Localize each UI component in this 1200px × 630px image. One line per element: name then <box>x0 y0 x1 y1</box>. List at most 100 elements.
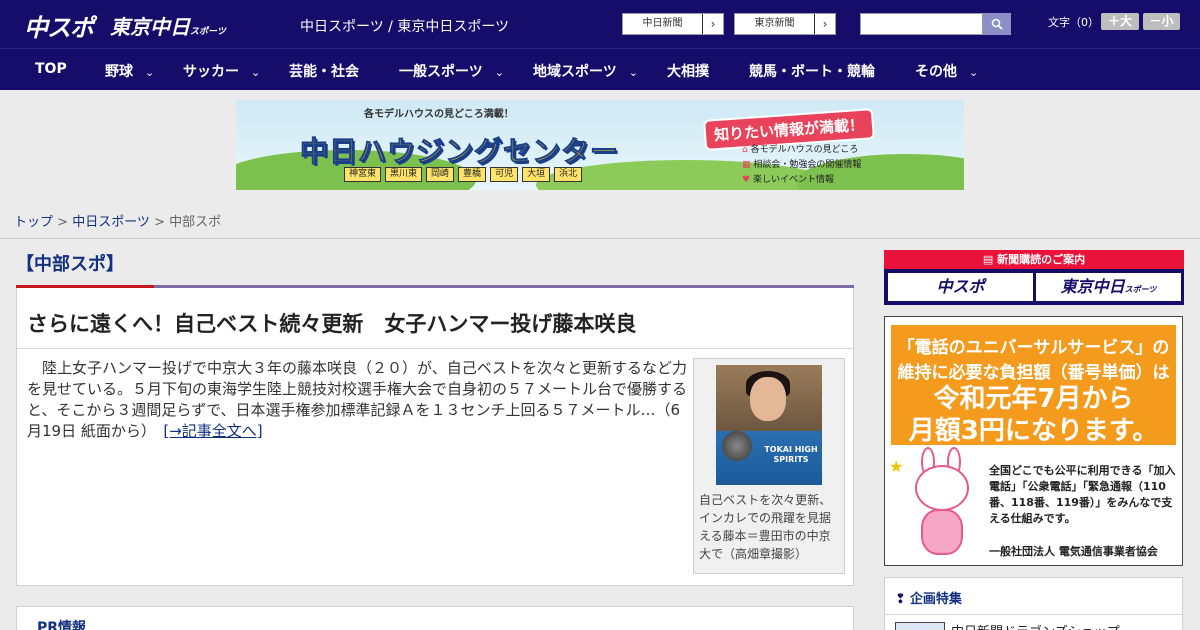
chevron-down-icon: ⌄ <box>145 66 155 79</box>
main-nav: TOP 野球 ⌄ サッカー ⌄ 芸能・社会 一般スポーツ ⌄ 地域スポーツ ⌄ 大相撲 … <box>0 48 1200 90</box>
ad-organization: 一般社団法人 電気通信事業者協会 <box>989 545 1158 558</box>
nav-item-other[interactable]: その他 ⌄ <box>915 61 978 81</box>
hammer-ball-icon <box>722 431 752 461</box>
rabbit-head <box>915 465 969 511</box>
banner-area: 黒川東 <box>385 167 423 182</box>
nav-item-soccer[interactable]: サッカー ⌄ <box>183 61 260 81</box>
chevron-right-icon: › <box>710 17 716 31</box>
search-input[interactable] <box>860 13 983 35</box>
nav-item-general-sports[interactable]: 一般スポーツ ⌄ <box>399 61 504 81</box>
housing-center-banner[interactable]: 各モデルハウスの見どころ満載！ 中日ハウジングセンター 神宮東 黒川東 岡崎 豊… <box>236 100 964 190</box>
calendar-icon: ▦ <box>742 160 751 170</box>
chunichi-shimbun-link[interactable]: 中日新聞 › <box>622 13 724 35</box>
nav-label: 芸能・社会 <box>289 64 359 80</box>
tokyo-shimbun-link[interactable]: 東京新聞 › <box>734 13 836 35</box>
banner-area: 浜北 <box>554 167 583 182</box>
feature-title-text: 企画特集 <box>909 592 962 607</box>
breadcrumb-separator: > <box>53 215 73 230</box>
text-size-up-button[interactable]: ＋大 <box>1101 13 1139 30</box>
banner-info-item: ⌂ 各モデルハウスの見どころ <box>742 143 861 158</box>
nav-item-racing[interactable]: 競馬・ボート・競輪 <box>749 61 875 81</box>
photo-face <box>750 377 786 421</box>
banner-area-list: 神宮東 黒川東 岡崎 豊橋 可児 大垣 浜北 <box>344 167 583 182</box>
subscription-heading: ▤ 新聞購読のご案内 <box>884 250 1184 269</box>
banner-area: 豊橋 <box>458 167 487 182</box>
header-bar: 中スポ 東京中日スポーツ 中日スポーツ / 東京中日スポーツ 中日新聞 › 東京… <box>0 0 1200 48</box>
banner-info-item: ▦ 相談会・勉強会の開催情報 <box>742 158 861 173</box>
tokyo-logo-suffix: スポーツ <box>190 27 226 37</box>
breadcrumb-separator: > <box>149 215 170 230</box>
banner-area: 神宮東 <box>344 167 382 182</box>
banner-info-text: 楽しいイベント情報 <box>752 175 834 185</box>
universal-service-ad[interactable]: 「電話のユニバーサルサービス」の 維持に必要な負担額（番号単価）は 令和元年7月… <box>884 316 1183 566</box>
subscription-heading-text: 新聞購読のご案内 <box>997 253 1086 266</box>
banner-area: 大垣 <box>522 167 551 182</box>
article-photo[interactable]: TOKAI HIGH SPIRITS <box>716 365 822 485</box>
banner-area: 岡崎 <box>426 167 455 182</box>
breadcrumb-home[interactable]: トップ <box>14 215 53 230</box>
chevron-down-icon: ⌄ <box>969 66 979 79</box>
site-name: 中日スポーツ / 東京中日スポーツ <box>300 19 510 35</box>
subscribe-chunichi-button[interactable]: 中スポ <box>888 273 1033 301</box>
banner-info-text: 相談会・勉強会の開催情報 <box>753 160 862 170</box>
section-title: 【中部スポ】 <box>16 254 124 275</box>
chunichi-sports-logo[interactable]: 中スポ <box>24 8 94 43</box>
nav-item-local-sports[interactable]: 地域スポーツ ⌄ <box>533 61 638 81</box>
pr-section: PR情報 <box>16 606 854 630</box>
article-body: 陸上女子ハンマー投げで中京大３年の藤本咲良（２０）が、自己ベストを次々と更新する… <box>27 358 687 442</box>
nav-label: 地域スポーツ <box>533 64 617 80</box>
ribbon-icon: ❢ <box>895 592 906 607</box>
nav-label: 野球 <box>105 64 133 80</box>
heart-icon: ♥ <box>742 175 751 185</box>
photo-shirt-text: TOKAI HIGH SPIRITS <box>764 445 818 464</box>
nav-label: 競馬・ボート・競輪 <box>749 64 875 80</box>
banner-top-text: 各モデルハウスの見どころ満載！ <box>364 109 514 120</box>
ad-line-2: 維持に必要な負担額（番号単価）は <box>897 363 1170 383</box>
banner-info-item: ♥ 楽しいイベント情報 <box>742 173 861 188</box>
feature-section: ❢企画特集 中日新聞ドラゴンズショップ <box>884 577 1183 630</box>
feature-divider <box>885 614 1182 615</box>
chevron-down-icon: ⌄ <box>628 66 638 79</box>
pr-title: PR情報 <box>37 620 87 630</box>
article-headline: さらに遠くへ！自己ベスト続々更新 女子ハンマー投げ藤本咲良 <box>27 312 637 336</box>
banner-info-text: 各モデルハウスの見どころ <box>750 145 859 155</box>
feature-item-link[interactable]: 中日新聞ドラゴンズショップ <box>951 621 1120 630</box>
article-body-text: 陸上女子ハンマー投げで中京大３年の藤本咲良（２０）が、自己ベストを次々と更新する… <box>27 359 688 440</box>
read-full-article-link[interactable]: [→記事全文へ] <box>163 422 262 440</box>
nav-item-baseball[interactable]: 野球 ⌄ <box>105 61 154 81</box>
nav-label: サッカー <box>183 64 239 80</box>
article-card: さらに遠くへ！自己ベスト続々更新 女子ハンマー投げ藤本咲良 陸上女子ハンマー投げ… <box>16 288 854 586</box>
search-icon <box>991 18 1003 30</box>
chunichi-shimbun-label: 中日新聞 <box>623 14 703 34</box>
newspaper-icon: ▤ <box>982 253 994 266</box>
feature-thumbnail[interactable] <box>895 622 945 630</box>
nav-label: TOP <box>35 61 67 77</box>
tokyo-shimbun-label: 東京新聞 <box>735 14 815 34</box>
breadcrumb-section[interactable]: 中日スポーツ <box>72 215 150 230</box>
text-size-label: 文字（0） <box>1048 16 1099 29</box>
ad-headline-panel: 「電話のユニバーサルサービス」の 維持に必要な負担額（番号単価）は 令和元年7月… <box>891 325 1176 446</box>
ad-line-3: 令和元年7月から <box>933 384 1134 414</box>
rabbit-mascot-icon <box>907 447 977 559</box>
tokyo-chunichi-logo[interactable]: 東京中日スポーツ <box>110 11 226 40</box>
headline-divider <box>17 348 853 349</box>
nav-label: 一般スポーツ <box>399 64 483 80</box>
nav-item-sumo[interactable]: 大相撲 <box>667 61 709 81</box>
banner-info-list: ⌂ 各モデルハウスの見どころ ▦ 相談会・勉強会の開催情報 ♥ 楽しいイベント情… <box>742 143 861 188</box>
banner-area: 可児 <box>490 167 519 182</box>
subscription-box: ▤ 新聞購読のご案内 中スポ 東京中日スポーツ <box>884 250 1184 305</box>
nav-item-top[interactable]: TOP <box>35 61 67 77</box>
rabbit-body <box>921 509 963 555</box>
subscribe-tokyo-suffix: スポーツ <box>1124 285 1157 294</box>
ad-description: 全国どこでも公平に利用できる「加入電話」「公衆電話」「緊急通報（110番、118… <box>989 464 1176 525</box>
breadcrumb-current: 中部スポ <box>169 215 222 230</box>
nav-item-entertainment[interactable]: 芸能・社会 <box>289 61 359 81</box>
text-size-down-button[interactable]: －小 <box>1143 13 1180 30</box>
article-photo-box: TOKAI HIGH SPIRITS 自己ベストを次々更新、インカレでの飛躍を見… <box>693 358 845 574</box>
subscribe-tokyo-button[interactable]: 東京中日スポーツ <box>1036 273 1181 301</box>
search-button[interactable] <box>983 13 1011 35</box>
banner-title: 中日ハウジングセンター <box>299 135 620 169</box>
chevron-right-icon: › <box>822 17 828 31</box>
breadcrumb: トップ > 中日スポーツ > 中部スポ <box>14 211 221 230</box>
subscribe-tokyo-text: 東京中日 <box>1060 277 1125 296</box>
